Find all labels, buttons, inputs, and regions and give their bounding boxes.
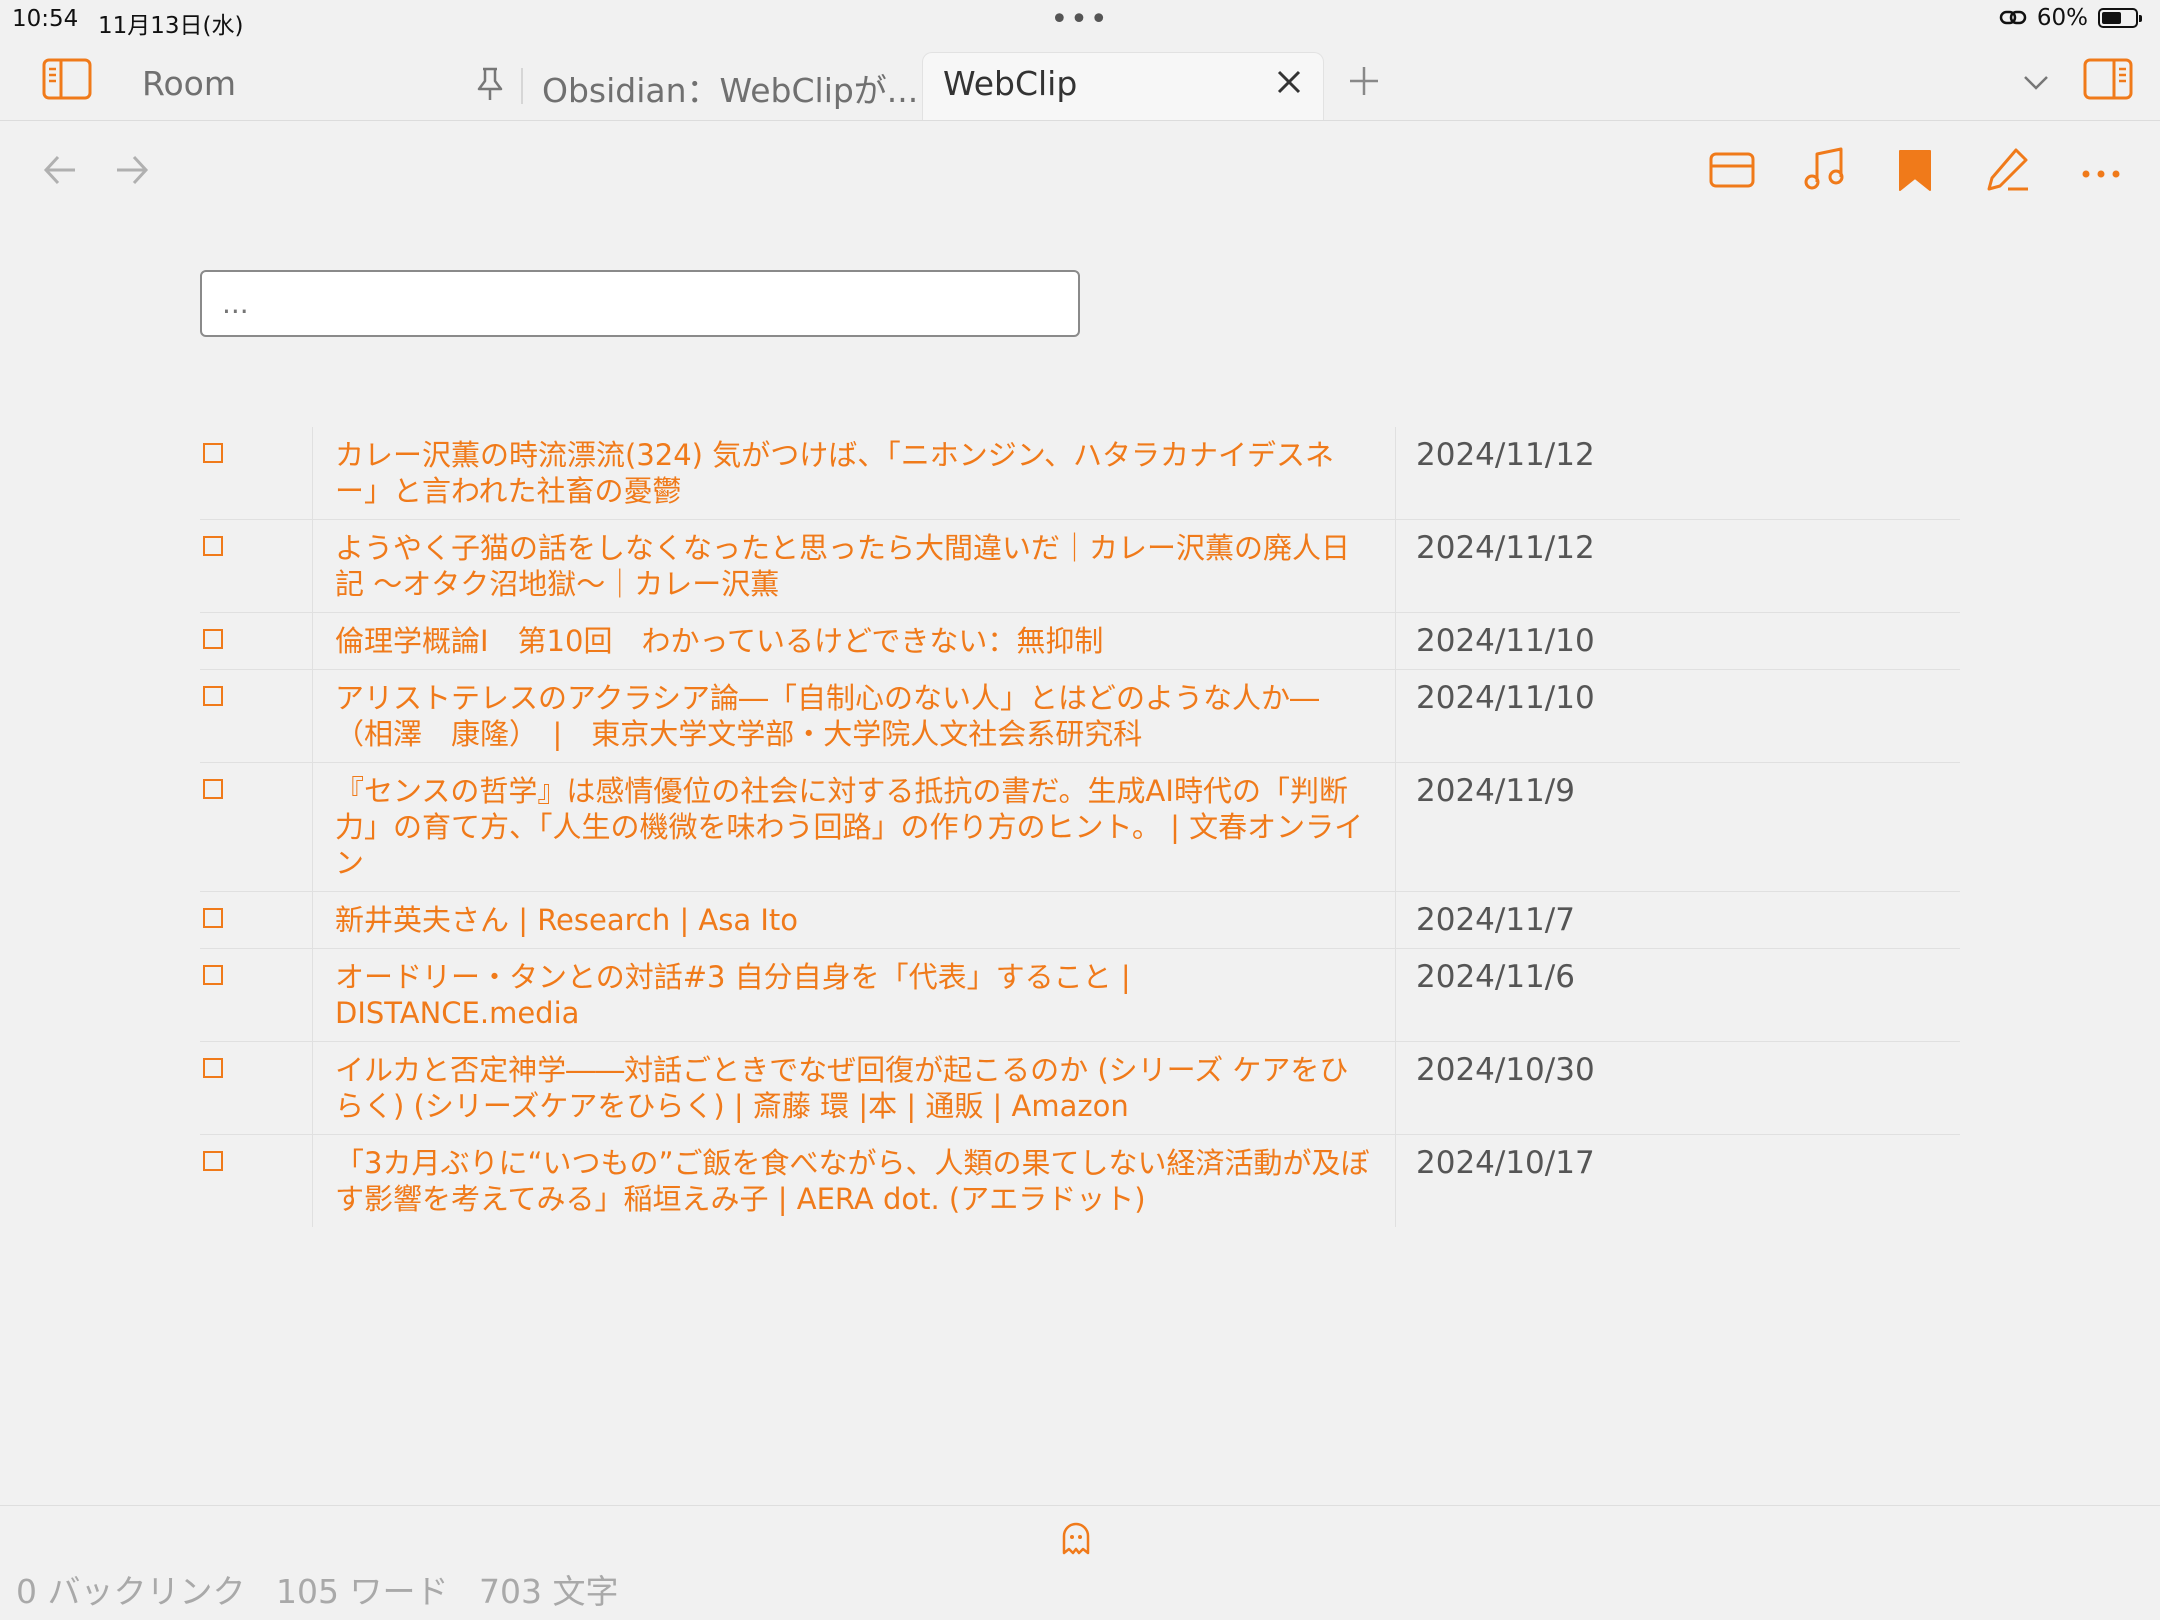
status-right: 60% bbox=[1999, 5, 2142, 31]
char-count: 703 文字 bbox=[478, 1572, 619, 1611]
search-input[interactable] bbox=[200, 270, 1080, 337]
tab-separator bbox=[521, 68, 523, 104]
row-checkbox[interactable] bbox=[203, 629, 223, 649]
row-date: 2024/11/10 bbox=[1395, 612, 1960, 670]
footer-status: 0 バックリンク 105 ワード 703 文字 bbox=[16, 1565, 638, 1613]
row-date: 2024/11/9 bbox=[1395, 762, 1960, 892]
back-arrow-icon[interactable] bbox=[42, 152, 78, 192]
battery-percent: 60% bbox=[2036, 5, 2088, 31]
row-title-link[interactable]: 『センスの哲学』は感情優位の社会に対する抵抗の書だ。生成AI時代の「判断力」の育… bbox=[312, 762, 1396, 892]
bookmark-icon[interactable] bbox=[1898, 148, 1932, 196]
row-checkbox[interactable] bbox=[203, 686, 223, 706]
row-title-link[interactable]: アリストテレスのアクラシア論―「自制心のない人」とはどのような人か―（相澤 康隆… bbox=[312, 669, 1396, 763]
row-checkbox[interactable] bbox=[203, 908, 223, 928]
multitasking-dots[interactable]: ••• bbox=[1050, 2, 1110, 37]
row-title-link[interactable]: カレー沢薫の時流漂流(324) 気がつけば、「ニホンジン、ハタラカナイデスネー」… bbox=[312, 427, 1396, 520]
word-count: 105 ワード bbox=[276, 1572, 449, 1611]
row-checkbox[interactable] bbox=[203, 536, 223, 556]
clip-list: カレー沢薫の時流漂流(324) 気がつけば、「ニホンジン、ハタラカナイデスネー」… bbox=[200, 427, 1960, 1227]
pin-icon[interactable] bbox=[474, 66, 506, 106]
more-options-icon[interactable] bbox=[2081, 164, 2121, 183]
table-row: ようやく子猫の話をしなくなったと思ったら大間違いだ｜カレー沢薫の廃人日記 〜オタ… bbox=[200, 519, 1960, 613]
row-date: 2024/10/30 bbox=[1395, 1041, 1960, 1135]
battery-icon bbox=[2098, 8, 2142, 28]
backlink-count[interactable]: 0 バックリンク bbox=[16, 1572, 246, 1611]
row-title-link[interactable]: 新井英夫さん | Research | Asa Ito bbox=[312, 891, 1396, 949]
sidebar-left-icon[interactable] bbox=[42, 58, 92, 104]
row-title-link[interactable]: ようやく子猫の話をしなくなったと思ったら大間違いだ｜カレー沢薫の廃人日記 〜オタ… bbox=[312, 519, 1396, 613]
table-row: イルカと否定神学――対話ごときでなぜ回復が起こるのか (シリーズ ケアをひらく)… bbox=[200, 1041, 1960, 1135]
forward-arrow-icon[interactable] bbox=[114, 152, 150, 192]
row-checkbox[interactable] bbox=[203, 779, 223, 799]
table-row: カレー沢薫の時流漂流(324) 気がつけば、「ニホンジン、ハタラカナイデスネー」… bbox=[200, 427, 1960, 520]
table-row: 倫理学概論Ⅰ 第10回 わかっているけどできない：無抑制 2024/11/10 bbox=[200, 612, 1960, 670]
ghost-icon[interactable] bbox=[1061, 1522, 1091, 1560]
row-title-link[interactable]: 倫理学概論Ⅰ 第10回 わかっているけどできない：無抑制 bbox=[312, 612, 1396, 670]
status-date: 11月13日(水) bbox=[98, 13, 244, 39]
edit-pencil-icon[interactable] bbox=[1986, 146, 2030, 196]
table-row: 『センスの哲学』は感情優位の社会に対する抵抗の書だ。生成AI時代の「判断力」の育… bbox=[200, 762, 1960, 892]
row-date: 2024/11/7 bbox=[1395, 891, 1960, 949]
row-checkbox[interactable] bbox=[203, 1058, 223, 1078]
row-title-link[interactable]: イルカと否定神学――対話ごときでなぜ回復が起こるのか (シリーズ ケアをひらく)… bbox=[312, 1041, 1396, 1135]
row-date: 2024/11/6 bbox=[1395, 948, 1960, 1042]
status-time: 10:54 bbox=[12, 6, 79, 32]
music-note-icon[interactable] bbox=[1803, 146, 1845, 196]
plus-icon[interactable] bbox=[1348, 65, 1380, 101]
table-row: オードリー・タンとの対話#3 自分自身を「代表」すること | DISTANCE.… bbox=[200, 948, 1960, 1042]
row-date: 2024/10/17 bbox=[1416, 1145, 1595, 1181]
tab-room[interactable]: Room bbox=[142, 64, 236, 103]
row-checkbox[interactable] bbox=[203, 443, 223, 463]
row-checkbox[interactable] bbox=[203, 965, 223, 985]
row-checkbox[interactable] bbox=[203, 1151, 223, 1171]
chevron-down-icon[interactable] bbox=[2022, 74, 2050, 96]
row-date: 2024/11/12 bbox=[1395, 519, 1960, 613]
table-row: 新井英夫さん | Research | Asa Ito 2024/11/7 bbox=[200, 891, 1960, 949]
battery-level bbox=[2102, 12, 2121, 24]
row-date: 2024/11/12 bbox=[1395, 427, 1960, 520]
footer-divider bbox=[0, 1505, 2160, 1506]
row-title-link[interactable]: オードリー・タンとの対話#3 自分自身を「代表」すること | DISTANCE.… bbox=[312, 948, 1396, 1042]
table-row: アリストテレスのアクラシア論―「自制心のない人」とはどのような人か―（相澤 康隆… bbox=[200, 669, 1960, 763]
row-date: 2024/11/10 bbox=[1395, 669, 1960, 763]
close-icon[interactable] bbox=[1276, 69, 1302, 99]
link-icon bbox=[1999, 10, 2027, 25]
table-row: 「3カ月ぶりに“いつもの”ご飯を食べながら、人類の果てしない経済活動が及ぼす影響… bbox=[200, 1134, 1960, 1227]
tab-webclip[interactable]: WebClip bbox=[943, 64, 1077, 103]
tab-obsidian-webclip[interactable]: Obsidian：WebClipが... bbox=[542, 64, 918, 112]
reading-view-icon[interactable] bbox=[1709, 150, 1755, 194]
clip-table: カレー沢薫の時流漂流(324) 気がつけば、「ニホンジン、ハタラカナイデスネー」… bbox=[200, 427, 1960, 1227]
row-title-link[interactable]: 「3カ月ぶりに“いつもの”ご飯を食べながら、人類の果てしない経済活動が及ぼす影響… bbox=[312, 1134, 1396, 1227]
sidebar-right-icon[interactable] bbox=[2083, 58, 2133, 104]
